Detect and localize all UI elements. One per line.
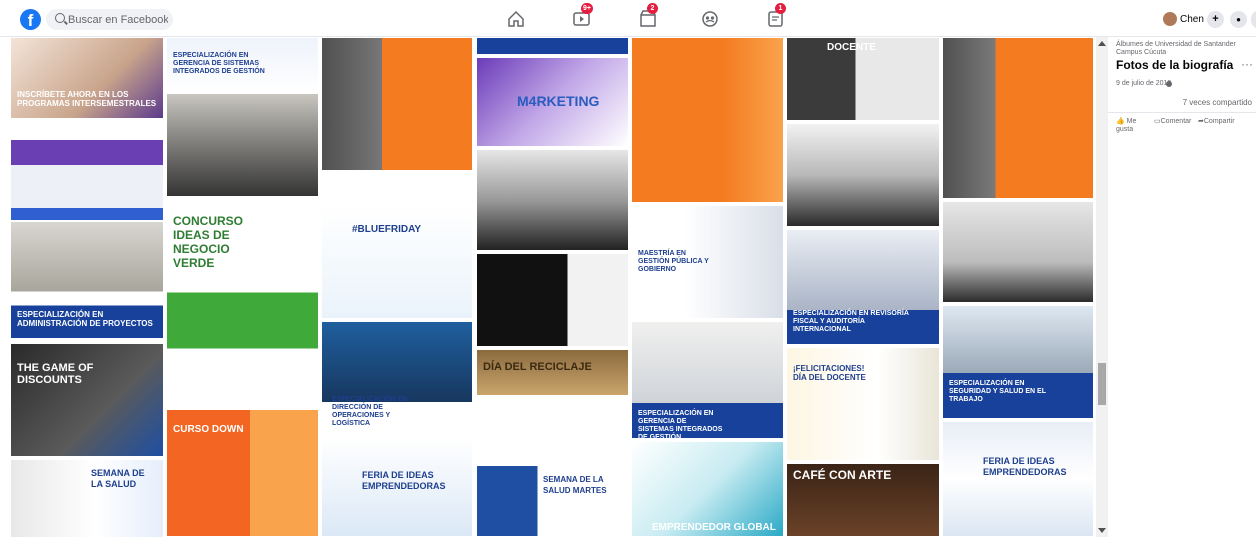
photo-tile[interactable]: Inscríbete ahora en los Programas Inters…: [10, 37, 164, 119]
bell-icon: ●: [1236, 15, 1241, 24]
photo-tile[interactable]: Especialización en Administración de Pro…: [10, 221, 164, 339]
photo-caption: M4RKETING: [517, 93, 600, 109]
more-options-button[interactable]: ···: [1241, 57, 1253, 71]
photo-tile[interactable]: [10, 119, 164, 221]
photo-tile[interactable]: Emprendedor Global: [631, 441, 784, 537]
notification-badge: 2: [647, 3, 658, 14]
like-button[interactable]: 👍 Me gusta: [1116, 118, 1148, 134]
photo-tile[interactable]: [476, 149, 629, 251]
photo-tile[interactable]: Especialización en Seguridad y Salud en …: [942, 305, 1094, 419]
home-icon: [508, 10, 524, 27]
create-button[interactable]: +: [1207, 11, 1224, 28]
photo-caption: Día del Reciclaje: [483, 361, 592, 373]
photo-tile[interactable]: [786, 123, 940, 227]
search-icon: [55, 13, 65, 23]
photo-caption: Inscríbete ahora en los Programas Inters…: [17, 90, 157, 108]
photo-grid-scrollbar[interactable]: [1096, 37, 1108, 537]
photo-tile[interactable]: Especialización en Gerencia de Sistemas …: [631, 321, 784, 439]
photo-caption: Concurso Ideas de Negocio Verde: [173, 214, 244, 270]
photo-tile[interactable]: Docente: [786, 37, 940, 121]
scroll-down-arrow-icon[interactable]: [1098, 528, 1106, 533]
photo-caption: Feria de ideas Emprendedoras: [362, 470, 446, 491]
photo-details-panel: Álbumes de Universidad de Santander Camp…: [1108, 37, 1256, 537]
photo-tile[interactable]: Especialización en Dirección de Operacio…: [321, 321, 473, 437]
photo-tile[interactable]: M4RKETING: [476, 57, 629, 147]
photo-caption: Docente: [827, 42, 876, 53]
photo-caption: Especialización en Revisoría Fiscal y Au…: [793, 310, 909, 333]
photo-tile[interactable]: Día del Reciclaje: [476, 349, 629, 463]
home-nav-button[interactable]: [505, 8, 527, 30]
album-title: Fotos de la biografía: [1116, 58, 1234, 72]
share-button[interactable]: ➦Compartir: [1198, 118, 1235, 126]
photo-tile[interactable]: Café con Arte: [786, 463, 940, 537]
groups-icon: [702, 11, 718, 27]
notification-badge: 9+: [581, 3, 593, 14]
photo-caption: The Game of Discounts: [17, 362, 94, 386]
account-menu-button[interactable]: [1251, 11, 1256, 28]
scroll-up-arrow-icon[interactable]: [1098, 41, 1106, 46]
plus-icon: +: [1212, 13, 1219, 25]
photo-caption: Especialización en Gerencia de Sistemas …: [173, 52, 265, 75]
photo-caption: Especialización en Gerencia de Sistemas …: [638, 410, 723, 439]
account-name: Chen: [1180, 14, 1204, 25]
photo-caption: Feria de ideas Emprendedoras: [983, 456, 1067, 477]
photo-tile[interactable]: [476, 253, 629, 347]
search-box[interactable]: [46, 9, 173, 30]
photo-caption: Semana de la Salud Martes: [543, 475, 607, 495]
photo-tile[interactable]: Curso Down: [166, 409, 319, 537]
photo-caption: Curso Down: [173, 424, 244, 435]
notification-badge: 1: [775, 3, 786, 14]
album-link[interactable]: Álbumes de Universidad de Santander Camp…: [1116, 41, 1252, 57]
photo-caption: ¡Felicitaciones! Día del Docente: [793, 364, 866, 382]
photo-tile[interactable]: The Game of Discounts: [10, 343, 164, 457]
groups-nav-button[interactable]: [699, 8, 721, 30]
photo-caption: Emprendedor Global: [652, 522, 776, 533]
search-input[interactable]: [68, 9, 168, 30]
comment-button[interactable]: ▭Comentar: [1154, 118, 1191, 126]
avatar: [1163, 12, 1177, 26]
share-label: Compartir: [1203, 118, 1235, 125]
post-date[interactable]: 9 de julio de 2019: [1116, 80, 1171, 87]
photo-grid: Inscríbete ahora en los Programas Inters…: [0, 37, 1096, 537]
photo-tile[interactable]: [631, 37, 784, 203]
photo-caption: Café con Arte: [793, 468, 892, 482]
photo-caption: Semana de la Salud: [91, 468, 145, 489]
photo-caption: Especialización en Administración de Pro…: [17, 310, 153, 328]
photo-tile[interactable]: Concurso Ideas de Negocio Verde: [166, 199, 319, 407]
photo-tile[interactable]: ¡Felicitaciones! Día del Docente: [786, 347, 940, 461]
scrollbar-thumb[interactable]: [1098, 363, 1106, 405]
photo-tile[interactable]: Especialización en Gerencia de Sistemas …: [166, 37, 319, 93]
shares-count[interactable]: 7 veces compartido: [1183, 98, 1252, 107]
post-actions: 👍 Me gusta ▭Comentar ➦Compartir: [1108, 112, 1256, 136]
notifications-button[interactable]: ●: [1230, 11, 1247, 28]
photo-tile[interactable]: Feria de ideas Emprendedoras: [321, 437, 473, 537]
gaming-nav-button[interactable]: 1: [765, 3, 787, 30]
photo-tile[interactable]: [942, 201, 1094, 303]
thumbs-up-icon: 👍: [1116, 118, 1125, 125]
globe-icon: [1166, 81, 1172, 87]
photo-tile[interactable]: Semana de la Salud: [10, 459, 164, 537]
comment-label: Comentar: [1160, 118, 1192, 125]
facebook-logo-icon[interactable]: f: [20, 9, 41, 30]
photo-caption: Especialización en Dirección de Operacio…: [332, 396, 408, 427]
watch-nav-button[interactable]: 9+: [571, 3, 593, 30]
photo-caption: Especialización en Seguridad y Salud en …: [949, 380, 1046, 403]
photo-caption: Maestría en Gestión Pública y Gobierno: [638, 250, 709, 273]
photo-tile[interactable]: #BLUEFRIDAY: [321, 205, 473, 319]
photo-tile[interactable]: Feria de ideas Emprendedoras: [942, 421, 1094, 537]
photo-tile[interactable]: Semana de la Salud Martes: [476, 465, 629, 537]
photo-caption: #BLUEFRIDAY: [352, 224, 422, 235]
photo-tile[interactable]: Maestría en Gestión Pública y Gobierno: [631, 205, 784, 319]
comment-icon: ▭: [1154, 118, 1161, 125]
photo-tile[interactable]: [942, 37, 1094, 199]
top-navigation-bar: f 9+ 2 1 Chen + ●: [0, 0, 1256, 37]
photo-tile[interactable]: Especialización en Revisoría Fiscal y Au…: [786, 229, 940, 345]
photo-tile[interactable]: [166, 93, 319, 197]
photo-tile[interactable]: [476, 37, 629, 55]
photo-tile[interactable]: [321, 37, 473, 171]
marketplace-nav-button[interactable]: 2: [637, 3, 659, 30]
